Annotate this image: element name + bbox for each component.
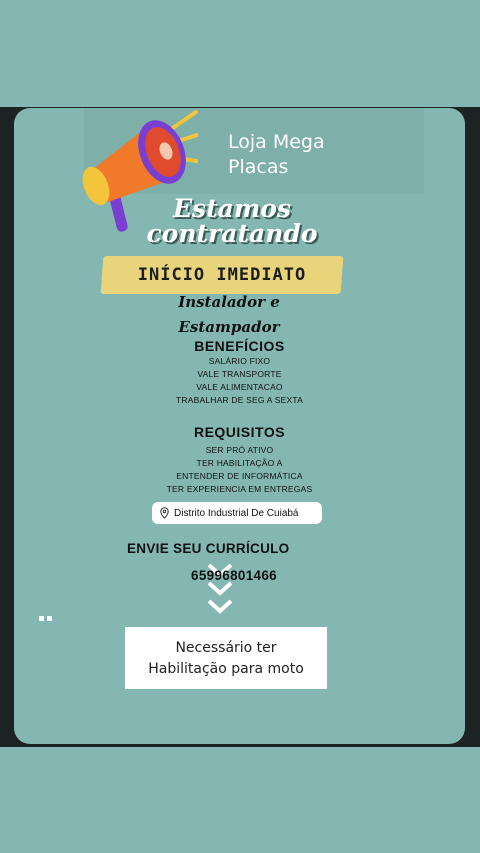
benefits-title: BENEFÍCIOS <box>194 338 285 354</box>
note-line-1: Necessário ter <box>175 640 277 656</box>
job-post-card[interactable]: Loja Mega Placas Estamos contratando INÍ… <box>14 108 465 744</box>
location-tag[interactable]: Distrito Industrial De Cuiabá <box>152 502 322 524</box>
brand-name: Loja Mega Placas <box>228 130 378 180</box>
note-line-2: Habilitação para moto <box>148 661 304 677</box>
page-indicator <box>39 616 52 621</box>
headline-line-2: contratando <box>146 219 318 248</box>
benefits-list: SALÁRIO FIXO VALE TRANSPORTE VALE ALIMEN… <box>14 355 465 407</box>
job-role: Instalador e Estampador <box>164 290 294 340</box>
benefit-item: TRABALHAR DE SEG A SEXTA <box>176 395 303 405</box>
indicator-dot <box>39 616 44 621</box>
requirements-list: SER PRÓ ATIVO TER HABILITAÇÃO A ENTENDER… <box>14 444 465 496</box>
headline-line-1: Estamos <box>172 194 292 223</box>
location-pin-icon <box>160 507 169 519</box>
start-immediately-label: INÍCIO IMEDIATO <box>137 265 307 285</box>
top-background <box>0 0 480 107</box>
license-note[interactable]: Necessário ter Habilitação para moto <box>125 627 327 689</box>
benefit-item: SALÁRIO FIXO <box>208 356 271 366</box>
requirement-item: TER HABILITAÇÃO A <box>196 458 283 468</box>
requirement-item: SER PRÓ ATIVO <box>205 445 274 455</box>
indicator-dot <box>47 616 52 621</box>
send-resume-label: ENVIE SEU CURRÍCULO <box>127 541 290 556</box>
brand-line-2: Placas <box>228 156 289 178</box>
phone-number[interactable]: 65996801466 <box>174 568 294 583</box>
bottom-background <box>0 747 480 853</box>
benefit-item: VALE ALIMENTACAO <box>196 382 283 392</box>
requirement-item: ENTENDER DE INFORMÁTICA <box>176 471 303 481</box>
brand-line-1: Loja Mega <box>228 131 325 153</box>
requirements-title: REQUISITOS <box>193 424 286 440</box>
benefit-item: VALE TRANSPORTE <box>197 369 282 379</box>
role-line-2: Estampador <box>178 318 280 336</box>
hiring-headline: Estamos contratando <box>122 196 342 246</box>
requirement-item: TER EXPERIENCIA EM ENTREGAS <box>166 484 313 494</box>
location-label: Distrito Industrial De Cuiabá <box>174 507 299 519</box>
role-line-1: Instalador e <box>178 293 280 311</box>
